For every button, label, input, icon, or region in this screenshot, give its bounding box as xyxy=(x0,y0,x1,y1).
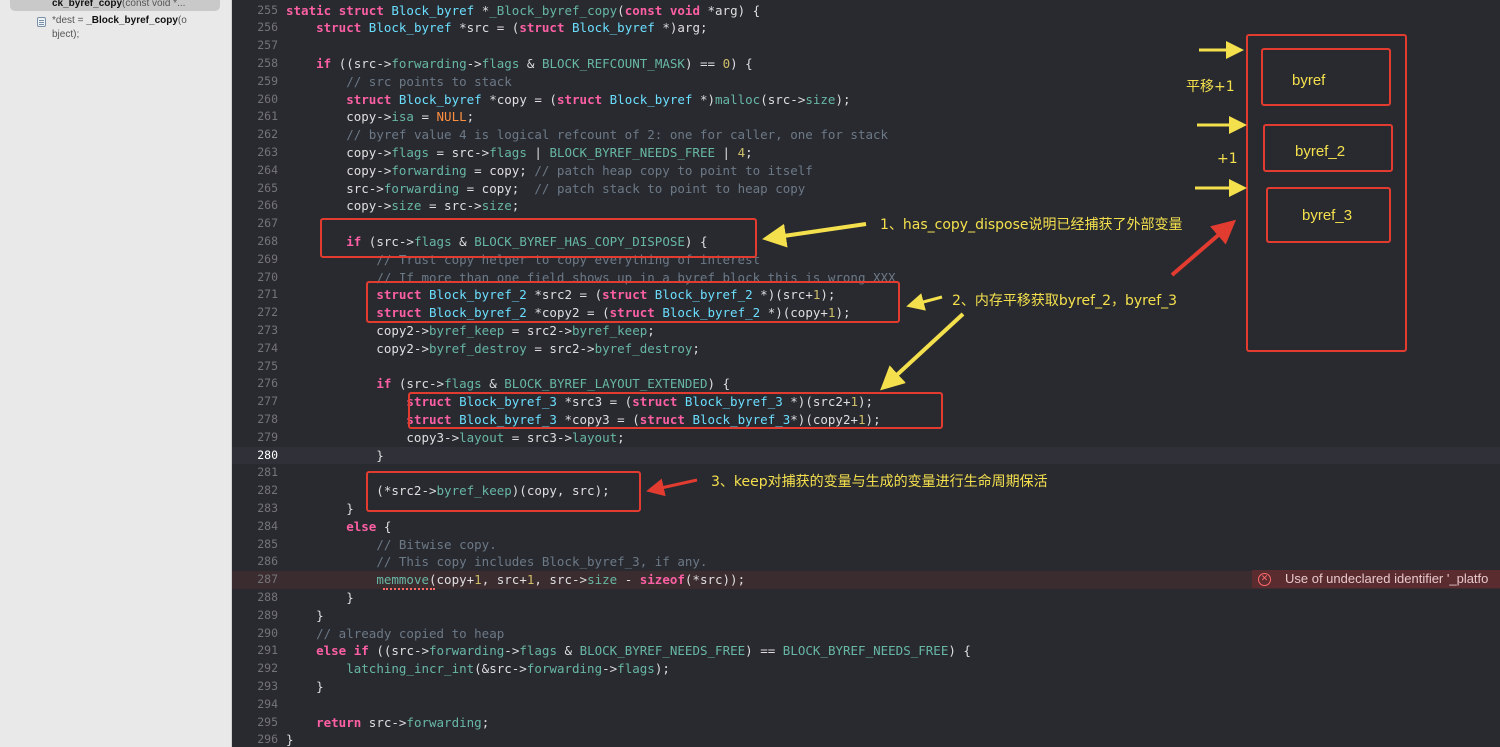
sidebar-item-continuation: bject); xyxy=(52,29,80,40)
line-number: 296 xyxy=(257,732,278,747)
code-line[interactable]: else { xyxy=(286,518,391,536)
line-number: 262 xyxy=(257,127,278,142)
line-number: 270 xyxy=(257,269,278,284)
line-number: 289 xyxy=(257,607,278,622)
line-number: 272 xyxy=(257,305,278,320)
code-line[interactable]: copy2->byref_keep = src2->byref_keep; xyxy=(286,322,655,340)
code-line[interactable]: } xyxy=(286,607,324,625)
selected-symbol-name: ck_byref_copy xyxy=(52,0,123,9)
line-number: 285 xyxy=(257,536,278,551)
code-line[interactable]: copy->isa = NULL; xyxy=(286,108,474,126)
code-line[interactable]: src->forwarding = copy; // patch stack t… xyxy=(286,180,805,198)
code-line[interactable]: memmove(copy+1, src+1, src->size - sizeo… xyxy=(286,571,745,589)
line-number: 268 xyxy=(257,234,278,248)
code-line[interactable]: struct Block_byref_2 *src2 = (struct Blo… xyxy=(286,286,835,304)
line-number: 255 xyxy=(257,2,278,17)
selected-symbol-label[interactable]: ck_byref_copy(const void *... xyxy=(52,0,185,11)
line-number: 277 xyxy=(257,394,278,409)
code-line[interactable]: struct Block_byref_3 *copy3 = (struct Bl… xyxy=(286,411,880,429)
code-line[interactable]: // src points to stack xyxy=(286,73,512,91)
line-number: 276 xyxy=(257,376,278,391)
line-number: 275 xyxy=(257,358,278,373)
line-number: 265 xyxy=(257,180,278,195)
line-number: 258 xyxy=(257,56,278,70)
sidebar-item-name: _Block_byref_copy xyxy=(86,15,178,26)
code-line[interactable]: else if ((src->forwarding->flags & BLOCK… xyxy=(286,642,971,660)
line-number: 267 xyxy=(257,216,278,231)
code-line[interactable]: static struct Block_byref *_Block_byref_… xyxy=(286,2,760,20)
code-line[interactable]: copy->flags = src->flags | BLOCK_BYREF_N… xyxy=(286,144,752,162)
error-underline xyxy=(383,586,435,590)
code-line[interactable]: } xyxy=(286,589,354,607)
line-number: 291 xyxy=(257,643,278,658)
error-circle-icon: ✕ xyxy=(1258,573,1271,586)
line-number: 294 xyxy=(257,696,278,711)
error-message: Use of undeclared identifier '_platfo xyxy=(1285,571,1489,586)
code-editor[interactable]: 255 256 257 258 259 260 261 262 263 264 265 266 267 2… xyxy=(232,0,1500,747)
line-number: 295 xyxy=(257,714,278,729)
navigator-sidebar: ck_byref_copy(const void *... *dest = _B… xyxy=(0,0,232,747)
code-line[interactable]: // If more than one field shows up in a … xyxy=(286,269,895,287)
selected-symbol-signature: (const void *... xyxy=(122,0,186,9)
line-number: 271 xyxy=(257,287,278,302)
line-number: 293 xyxy=(257,679,278,693)
line-number: 290 xyxy=(257,625,278,640)
line-number: 284 xyxy=(257,518,278,533)
line-number: 286 xyxy=(257,554,278,569)
code-line[interactable]: } xyxy=(286,678,324,696)
line-number: 280 xyxy=(257,447,278,462)
line-number: 264 xyxy=(257,162,278,177)
code-line[interactable]: } xyxy=(286,447,384,465)
line-number: 279 xyxy=(257,429,278,444)
code-line[interactable]: // This copy includes Block_byref_3, if … xyxy=(286,553,707,571)
code-line[interactable]: (*src2->byref_keep)(copy, src); xyxy=(286,482,609,500)
code-line[interactable]: return src->forwarding; xyxy=(286,714,489,732)
line-number-gutter: 255 256 257 258 259 260 261 262 263 264 265 266 267 2… xyxy=(232,0,278,747)
current-line-highlight xyxy=(232,446,1500,465)
line-number: 278 xyxy=(257,412,278,426)
line-number: 283 xyxy=(257,501,278,515)
line-number: 287 xyxy=(257,572,278,587)
code-line[interactable]: if (src->flags & BLOCK_BYREF_LAYOUT_EXTE… xyxy=(286,375,730,393)
code-line[interactable]: } xyxy=(286,500,354,518)
line-number: 259 xyxy=(257,73,278,88)
line-number: 281 xyxy=(257,465,278,480)
line-number: 269 xyxy=(257,251,278,266)
line-number: 261 xyxy=(257,109,278,124)
code-line[interactable]: if (src->flags & BLOCK_BYREF_HAS_COPY_DI… xyxy=(286,233,707,251)
sidebar-item-prefix: *dest = xyxy=(52,15,87,26)
code-line[interactable]: struct Block_byref *src = (struct Block_… xyxy=(286,19,707,37)
line-number: 288 xyxy=(257,590,278,604)
line-number: 263 xyxy=(257,145,278,159)
code-line[interactable]: } xyxy=(286,731,294,747)
code-line[interactable]: struct Block_byref_3 *src3 = (struct Blo… xyxy=(286,393,873,411)
sidebar-item-dest[interactable]: *dest = _Block_byref_copy(o xyxy=(52,14,187,28)
line-number: 273 xyxy=(257,323,278,337)
code-line[interactable]: copy->size = src->size; xyxy=(286,197,519,215)
code-line[interactable]: // already copied to heap xyxy=(286,625,504,643)
code-line[interactable]: // Bitwise copy. xyxy=(286,536,496,554)
code-line[interactable]: // byref value 4 is logical refcount of … xyxy=(286,126,888,144)
line-number: 260 xyxy=(257,91,278,106)
error-badge[interactable]: ✕ Use of undeclared identifier '_platfo xyxy=(1252,570,1500,588)
sidebar-item-suffix: (o xyxy=(177,15,187,26)
code-line[interactable]: if ((src->forwarding->flags & BLOCK_REFC… xyxy=(286,55,753,73)
code-line[interactable]: copy2->byref_destroy = src2->byref_destr… xyxy=(286,340,700,358)
code-line[interactable]: copy3->layout = src3->layout; xyxy=(286,429,624,447)
line-number: 256 xyxy=(257,20,278,35)
line-number: 282 xyxy=(257,483,278,498)
code-line-icon xyxy=(37,17,46,27)
code-line[interactable]: struct Block_byref_2 *copy2 = (struct Bl… xyxy=(286,304,850,322)
code-line[interactable]: copy->forwarding = copy; // patch heap c… xyxy=(286,162,813,180)
line-number: 266 xyxy=(257,198,278,213)
line-number: 292 xyxy=(257,661,278,676)
line-number: 257 xyxy=(257,38,278,53)
code-line[interactable]: latching_incr_int(&src->forwarding->flag… xyxy=(286,660,670,678)
code-line[interactable]: struct Block_byref *copy = (struct Block… xyxy=(286,91,850,109)
code-line[interactable]: // Trust copy helper to copy everything … xyxy=(286,251,760,269)
line-number: 274 xyxy=(257,340,278,355)
